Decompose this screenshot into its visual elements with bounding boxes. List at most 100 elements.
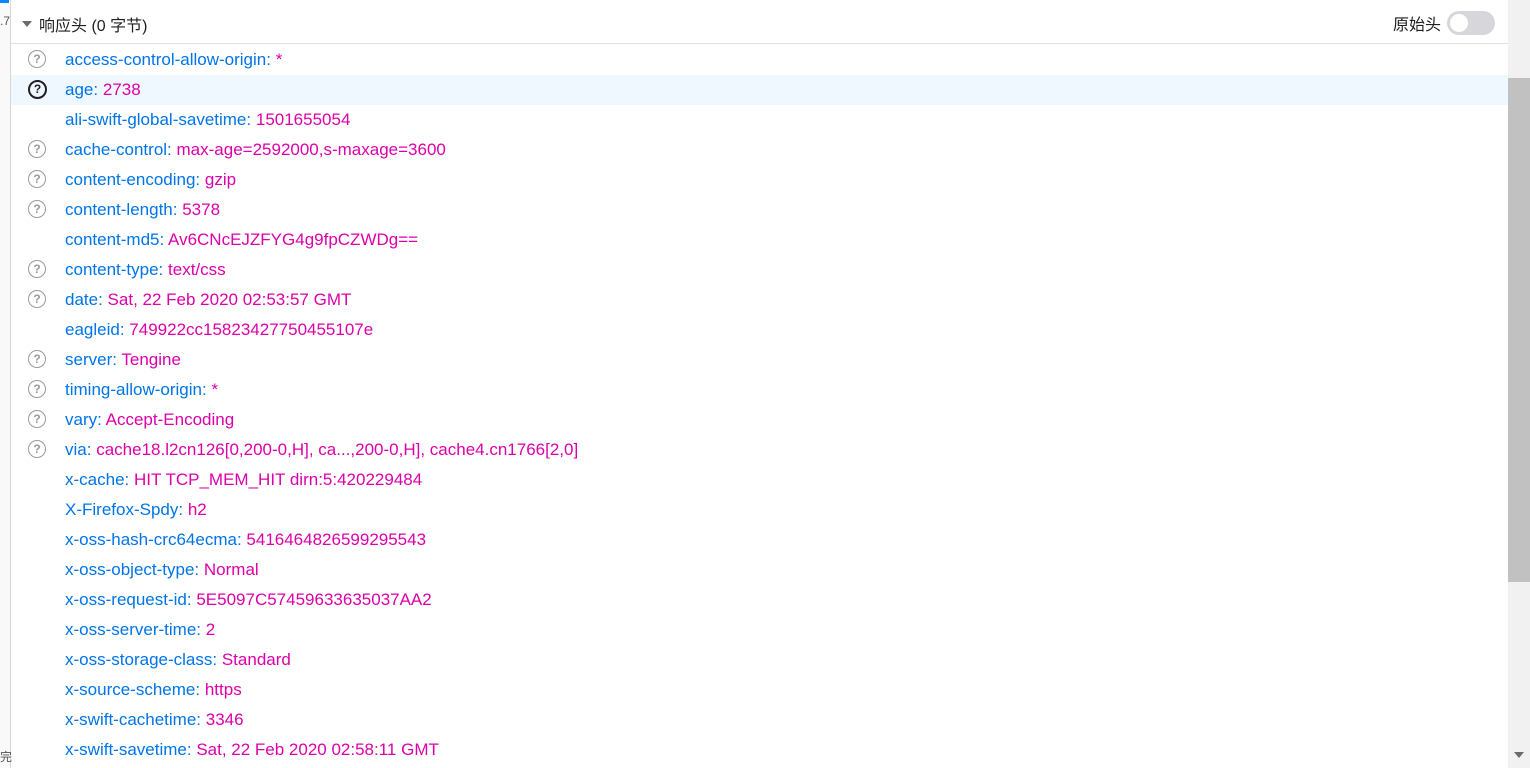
header-name: x-oss-request-id: [65, 590, 192, 609]
header-value: * [275, 50, 283, 69]
raw-headers-control[interactable]: 原始头 [1393, 11, 1495, 35]
header-value: 5378 [182, 200, 221, 219]
header-entry: age: 2738 [65, 75, 141, 105]
header-value: Sat, 22 Feb 2020 02:58:11 GMT [196, 740, 439, 759]
header-name: age: [65, 80, 99, 99]
header-row[interactable]: ? via: cache18.l2cn126[0,200-0,H], ca...,… [11, 435, 1508, 465]
header-value: h2 [187, 500, 207, 519]
header-value: Accept-Encoding [105, 410, 235, 429]
header-row[interactable]: ? content-length: 5378 [11, 195, 1508, 225]
section-title: 响应头 (0 字节) [39, 18, 148, 35]
header-value: 3346 [205, 710, 244, 729]
header-row[interactable]: x-oss-server-time: 2 [11, 615, 1508, 645]
header-entry: x-swift-cachetime: 3346 [65, 705, 244, 735]
toggle-knob [1450, 14, 1468, 32]
header-entry: access-control-allow-origin: * [65, 45, 282, 75]
header-name: content-length: [65, 200, 178, 219]
header-name: x-swift-cachetime: [65, 710, 202, 729]
header-value: Sat, 22 Feb 2020 02:53:57 GMT [107, 290, 352, 309]
header-value: gzip [204, 170, 237, 189]
header-row[interactable]: eagleid: 749922cc15823427750455107e [11, 315, 1508, 345]
header-row[interactable]: x-oss-object-type: Normal [11, 555, 1508, 585]
header-entry: content-md5: Av6CNcEJZFYG4g9fpCZWDg== [65, 225, 418, 255]
header-value: 5E5097C57459633635037AA2 [196, 590, 432, 609]
header-name: timing-allow-origin: [65, 380, 207, 399]
header-entry: server: Tengine [65, 345, 181, 375]
help-circle-icon[interactable]: ? [28, 200, 46, 218]
header-row[interactable]: ? access-control-allow-origin: * [11, 45, 1508, 75]
header-value: 2738 [102, 80, 141, 99]
header-row[interactable]: ? content-type: text/css [11, 255, 1508, 285]
header-row[interactable]: content-md5: Av6CNcEJZFYG4g9fpCZWDg== [11, 225, 1508, 255]
adjacent-panel-edge: .7 完 [0, 0, 12, 768]
help-circle-icon[interactable]: ? [28, 380, 46, 398]
header-row[interactable]: ? age: 2738 [11, 75, 1508, 105]
header-list: ? access-control-allow-origin: *? age: 273… [11, 45, 1508, 765]
header-row[interactable]: x-oss-request-id: 5E5097C57459633635037A… [11, 585, 1508, 615]
header-entry: x-cache: HIT TCP_MEM_HIT dirn:5:42022948… [65, 465, 422, 495]
header-row[interactable]: X-Firefox-Spdy: h2 [11, 495, 1508, 525]
chevron-down-icon[interactable] [22, 21, 32, 27]
header-value: https [204, 680, 242, 699]
header-value: text/css [168, 260, 226, 279]
header-entry: content-encoding: gzip [65, 165, 236, 195]
header-entry: x-oss-server-time: 2 [65, 615, 215, 645]
header-row[interactable]: ? server: Tengine [11, 345, 1508, 375]
header-name: x-cache: [65, 470, 130, 489]
header-entry: x-source-scheme: https [65, 675, 242, 705]
header-row[interactable]: ali-swift-global-savetime: 1501655054 [11, 105, 1508, 135]
help-circle-icon[interactable]: ? [28, 140, 46, 158]
header-name: vary: [65, 410, 102, 429]
header-name: access-control-allow-origin: [65, 50, 271, 69]
header-row[interactable]: x-cache: HIT TCP_MEM_HIT dirn:5:42022948… [11, 465, 1508, 495]
header-row[interactable]: ? cache-control: max-age=2592000,s-maxage… [11, 135, 1508, 165]
header-value: Normal [203, 560, 259, 579]
help-circle-icon[interactable]: ? [28, 410, 46, 428]
header-name: content-type: [65, 260, 164, 279]
header-value: 749922cc15823427750455107e [129, 320, 374, 339]
help-circle-icon[interactable]: ? [28, 50, 46, 68]
response-headers-header[interactable]: 响应头 (0 字节) 原始头 [11, 5, 1508, 44]
help-circle-icon[interactable]: ? [28, 170, 46, 188]
raw-headers-label: 原始头 [1392, 17, 1441, 34]
header-entry: x-swift-savetime: Sat, 22 Feb 2020 02:58… [65, 735, 439, 765]
header-value: cache18.l2cn126[0,200-0,H], ca...,200-0,… [96, 440, 579, 459]
header-row[interactable]: ? date: Sat, 22 Feb 2020 02:53:57 GMT [11, 285, 1508, 315]
header-name: X-Firefox-Spdy: [65, 500, 184, 519]
header-entry: ali-swift-global-savetime: 1501655054 [65, 105, 350, 135]
header-name: content-md5: [65, 230, 165, 249]
help-circle-icon[interactable]: ? [28, 80, 47, 99]
header-row[interactable]: x-swift-cachetime: 3346 [11, 705, 1508, 735]
header-row[interactable]: ? timing-allow-origin: * [11, 375, 1508, 405]
header-entry: eagleid: 749922cc15823427750455107e [65, 315, 373, 345]
header-value: 2 [205, 620, 216, 639]
scrollbar-thumb[interactable] [1508, 78, 1530, 582]
scroll-down-arrow-icon[interactable] [1514, 752, 1524, 758]
help-circle-icon[interactable]: ? [28, 260, 46, 278]
header-entry: content-length: 5378 [65, 195, 220, 225]
header-entry: timing-allow-origin: * [65, 375, 218, 405]
header-name: ali-swift-global-savetime: [65, 110, 252, 129]
header-name: server: [65, 350, 117, 369]
header-entry: x-oss-storage-class: Standard [65, 645, 291, 675]
header-row[interactable]: x-oss-hash-crc64ecma: 541646482659929554… [11, 525, 1508, 555]
selection-accent [0, 0, 9, 3]
header-row[interactable]: ? content-encoding: gzip [11, 165, 1508, 195]
header-row[interactable]: x-source-scheme: https [11, 675, 1508, 705]
header-value: 5416464826599295543 [246, 530, 427, 549]
header-value: * [211, 380, 219, 399]
header-entry: cache-control: max-age=2592000,s-maxage=… [65, 135, 446, 165]
header-value: max-age=2592000,s-maxage=3600 [176, 140, 446, 159]
help-circle-icon[interactable]: ? [28, 290, 46, 308]
header-row[interactable]: ? vary: Accept-Encoding [11, 405, 1508, 435]
raw-headers-toggle[interactable] [1447, 11, 1495, 35]
header-row[interactable]: x-oss-storage-class: Standard [11, 645, 1508, 675]
header-entry: content-type: text/css [65, 255, 226, 285]
header-row[interactable]: x-swift-savetime: Sat, 22 Feb 2020 02:58… [11, 735, 1508, 765]
header-value: 1501655054 [255, 110, 351, 129]
header-entry: via: cache18.l2cn126[0,200-0,H], ca...,2… [65, 435, 578, 465]
help-circle-icon[interactable]: ? [28, 350, 46, 368]
help-circle-icon[interactable]: ? [28, 440, 46, 458]
header-name: date: [65, 290, 103, 309]
vertical-scrollbar[interactable] [1508, 0, 1530, 768]
